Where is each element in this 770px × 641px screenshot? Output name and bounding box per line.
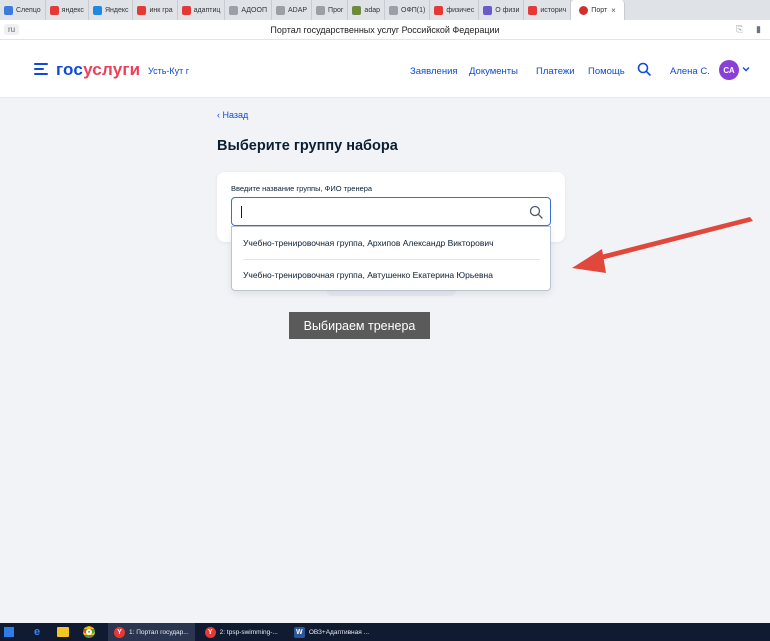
site-header: госуслуги Усть-Кут г Заявления Документы… [0,40,770,98]
tab-label: адаптиц [193,6,221,14]
taskbar-app-word[interactable]: W ОВЗ+Адаптивная ... [288,623,375,641]
tab-label: АДООП [241,6,267,14]
tab-favicon-icon [275,5,285,15]
browser-tab[interactable]: АДООП [225,0,272,20]
menu-icon[interactable] [34,63,48,78]
browser-tab[interactable]: О физи [479,0,525,20]
tab-label: физичес [446,6,475,14]
suggestion-item[interactable]: Учебно-тренировочная группа, Архипов Але… [243,238,494,248]
logo-part-gos: гос [56,60,84,79]
logo-part-uslugi: услуги [83,60,141,79]
browser-tab-active[interactable]: Порт × [571,0,625,20]
tab-label: adap [364,6,380,14]
tab-label: яндекс [61,6,84,14]
tab-favicon-icon [49,5,59,15]
browser-tab-strip: Слепцо яндекс Яндекс инк гра адаптиц АДООП ADA… [0,0,770,20]
tab-label: ОФП(1) [401,6,426,14]
nav-help[interactable]: Помощь [588,66,625,77]
browser-tab[interactable]: Прог [312,0,349,20]
taskbar-app-gosuslugi[interactable]: Y 1: Портал государ... [108,623,195,641]
suggestion-item[interactable]: Учебно-тренировочная группа, Автушенко Е… [243,270,493,280]
search-icon[interactable] [529,205,543,219]
close-tab-icon[interactable]: × [611,6,616,15]
browser-tab[interactable]: Яндекс [89,0,134,20]
search-field-label: Введите название группы, ФИО тренера [231,184,373,193]
browser-tab[interactable]: адаптиц [178,0,226,20]
tab-favicon-icon [579,5,589,15]
taskbar-app-label: 2: tpsp-swimming-... [219,628,278,636]
tab-favicon-icon [4,5,13,15]
browser-tab[interactable]: физичес [430,0,480,20]
browser-tab[interactable]: инк гра [133,0,178,20]
tab-favicon-icon [483,5,493,15]
bookmark-icon[interactable]: ▮ [756,24,761,35]
group-search-input[interactable] [231,197,551,226]
annotation-caption: Выбираем тренера [289,312,430,339]
browser-tab[interactable]: ОФП(1) [385,0,431,20]
chrome-icon[interactable] [82,625,96,639]
tab-favicon-icon [352,5,362,15]
browser-tab[interactable]: Слепцо [0,0,46,20]
browser-tab[interactable]: adap [348,0,385,20]
tab-favicon-icon [316,5,326,15]
browser-tab[interactable]: ADAP [272,0,313,20]
taskbar-app-swimming[interactable]: Y 2: tpsp-swimming-... [199,623,284,641]
chevron-down-icon[interactable] [742,65,750,73]
search-suggestions-dropdown: Учебно-тренировочная группа, Архипов Але… [231,226,551,291]
browser-tab[interactable]: яндекс [46,0,89,20]
tab-favicon-icon [528,5,538,15]
yandex-browser-icon: Y [114,626,125,638]
tab-favicon-icon [229,5,239,15]
page-heading: Выберите группу набора [217,138,398,154]
browser-title-bar: ru Портал государственных услуг Российск… [0,20,770,40]
tab-label: Порт [591,6,608,14]
taskbar-app-label: 1: Портал государ... [129,628,189,636]
tab-favicon-icon [137,5,147,15]
tab-label: ADAP [287,6,308,14]
nav-documents[interactable]: Документы [469,66,518,77]
page-window-title: Портал государственных услуг Российской … [270,25,500,35]
gosuslugi-logo[interactable]: госуслуги [56,60,140,80]
tab-label: Яндекс [104,6,129,14]
edge-icon[interactable]: e [30,625,44,639]
tab-label: О физи [495,6,520,14]
windows-start-icon[interactable] [4,627,14,637]
tab-label: Прог [328,6,344,14]
search-icon[interactable] [637,62,651,76]
tab-favicon-icon [434,5,444,15]
browser-tab[interactable]: историч [524,0,572,20]
annotation-arrow-icon [572,217,753,273]
back-label: Назад [222,110,249,120]
file-manager-icon[interactable] [56,625,70,639]
avatar[interactable]: СА [719,60,739,80]
yandex-browser-icon: Y [204,626,216,638]
user-name[interactable]: Алена С. [670,66,710,77]
share-icon[interactable]: ⎘ [736,24,743,35]
tab-label: историч [540,6,567,14]
tab-favicon-icon [181,5,191,15]
back-link[interactable]: ‹ Назад [217,110,248,120]
os-taskbar: e Y 1: Портал государ... Y 2: tpsp-swimm… [0,623,770,641]
divider [243,259,540,260]
nav-applications[interactable]: Заявления [410,66,458,77]
city-selector[interactable]: Усть-Кут г [148,66,189,76]
tab-label: инк гра [149,6,173,14]
taskbar-app-label: ОВЗ+Адаптивная ... [308,628,369,636]
text-caret [241,206,242,218]
nav-payments[interactable]: Платежи [536,66,575,77]
tab-favicon-icon [389,5,398,15]
tab-favicon-icon [92,5,102,15]
word-icon: W [293,626,305,638]
tab-label: Слепцо [16,6,41,14]
